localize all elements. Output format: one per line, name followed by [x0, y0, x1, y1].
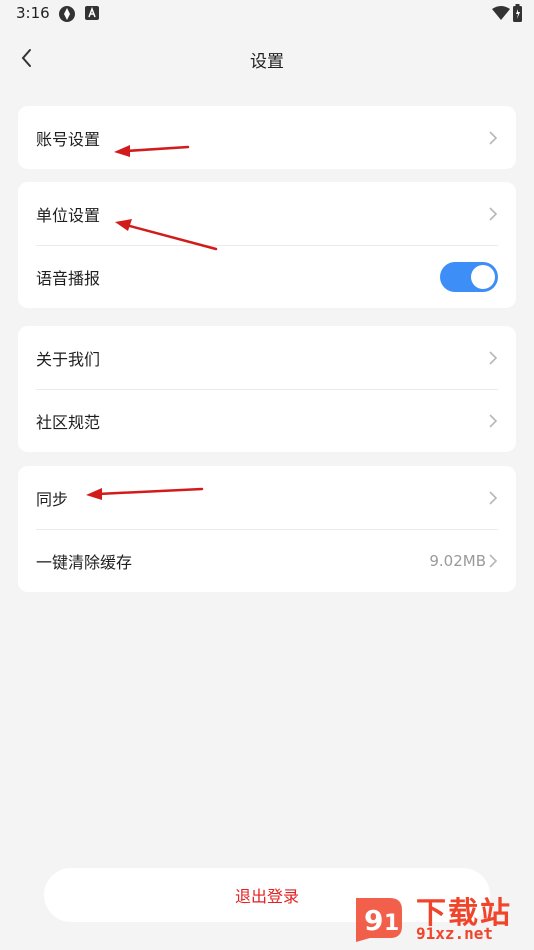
- battery-icon: [513, 4, 522, 22]
- chevron-right-icon: [489, 206, 498, 221]
- nav-bar: 设置: [0, 34, 534, 84]
- voice-broadcast-toggle[interactable]: [440, 261, 498, 292]
- settings-screen: 3:16 设置 账号设置 单位设置 语音播报 关于我们 社区规范 同步 一键清除…: [0, 0, 534, 950]
- site-watermark: 9 1 下载站 91xz.net: [350, 888, 530, 948]
- settings-group-sync: 同步 一键清除缓存 9.02MB: [18, 466, 516, 592]
- row-label: 社区规范: [36, 412, 101, 432]
- toggle-knob: [471, 264, 495, 289]
- logout-label: 退出登录: [234, 887, 299, 906]
- status-bar: 3:16: [0, 0, 534, 28]
- settings-group-about: 关于我们 社区规范: [18, 326, 516, 452]
- settings-row-account[interactable]: 账号设置: [18, 106, 516, 169]
- settings-row-community-rules[interactable]: 社区规范: [18, 389, 516, 452]
- chevron-right-icon: [489, 130, 498, 145]
- chevron-right-icon: [489, 490, 498, 505]
- row-label: 一键清除缓存: [36, 552, 133, 572]
- chevron-right-icon: [489, 553, 498, 568]
- watermark-logo-icon: 9 1: [356, 898, 402, 942]
- row-label: 关于我们: [36, 349, 101, 369]
- svg-text:9: 9: [364, 904, 383, 937]
- row-label: 语音播报: [36, 268, 101, 288]
- svg-text:1: 1: [384, 911, 399, 936]
- settings-group-unit: 单位设置 语音播报: [18, 182, 516, 308]
- settings-row-sync[interactable]: 同步: [18, 466, 516, 529]
- settings-group-account: 账号设置: [18, 106, 516, 169]
- app-notification-icon: [59, 6, 75, 22]
- status-time: 3:16: [16, 4, 50, 22]
- row-label: 同步: [36, 489, 69, 509]
- cache-size: 9.02MB: [429, 551, 486, 570]
- settings-row-clear-cache[interactable]: 一键清除缓存 9.02MB: [18, 529, 516, 592]
- chevron-right-icon: [489, 350, 498, 365]
- a-notification-icon: [85, 6, 99, 20]
- settings-row-about-us[interactable]: 关于我们: [18, 326, 516, 389]
- settings-row-unit[interactable]: 单位设置: [18, 182, 516, 245]
- settings-row-voice: 语音播报: [18, 245, 516, 308]
- row-label: 单位设置: [36, 205, 101, 225]
- chevron-right-icon: [489, 413, 498, 428]
- wifi-icon: [492, 6, 510, 20]
- watermark-url: 91xz.net: [416, 924, 494, 943]
- page-title: 设置: [250, 52, 284, 72]
- row-label: 账号设置: [36, 129, 101, 149]
